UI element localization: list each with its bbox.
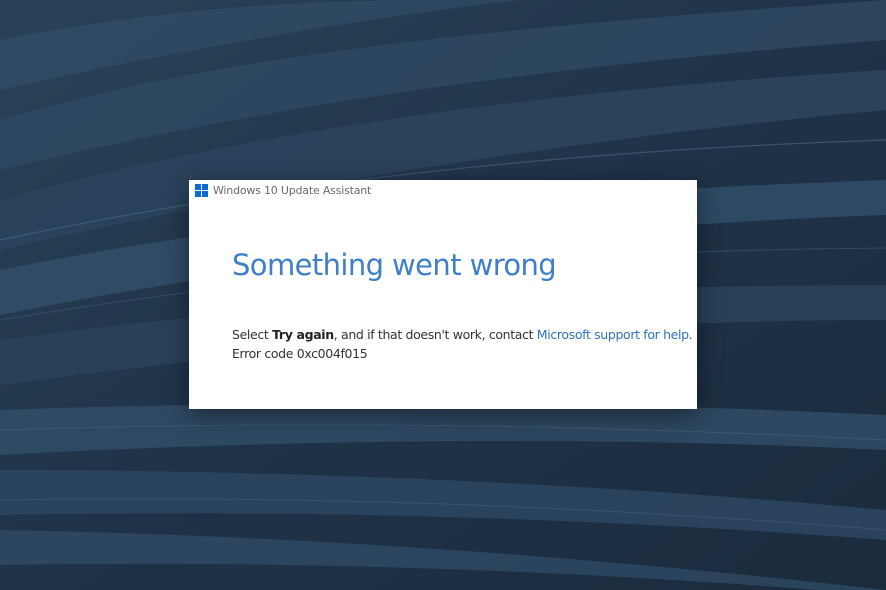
error-code: Error code 0xc004f015 [232,346,368,361]
try-again-text: Try again [272,327,334,342]
error-message: Select Try again, and if that doesn't wo… [232,325,693,363]
window-title: Windows 10 Update Assistant [213,183,372,197]
message-middle: , and if that doesn't work, contact [333,327,537,342]
update-assistant-dialog: Windows 10 Update Assistant Something we… [189,180,697,409]
microsoft-support-link[interactable]: Microsoft support for help. [537,327,693,342]
windows-logo-icon [195,183,208,197]
title-bar[interactable]: Windows 10 Update Assistant [189,180,697,200]
instruction-line: Select Try again, and if that doesn't wo… [232,325,693,344]
message-prefix: Select [232,327,273,342]
error-heading: Something went wrong [232,248,557,282]
